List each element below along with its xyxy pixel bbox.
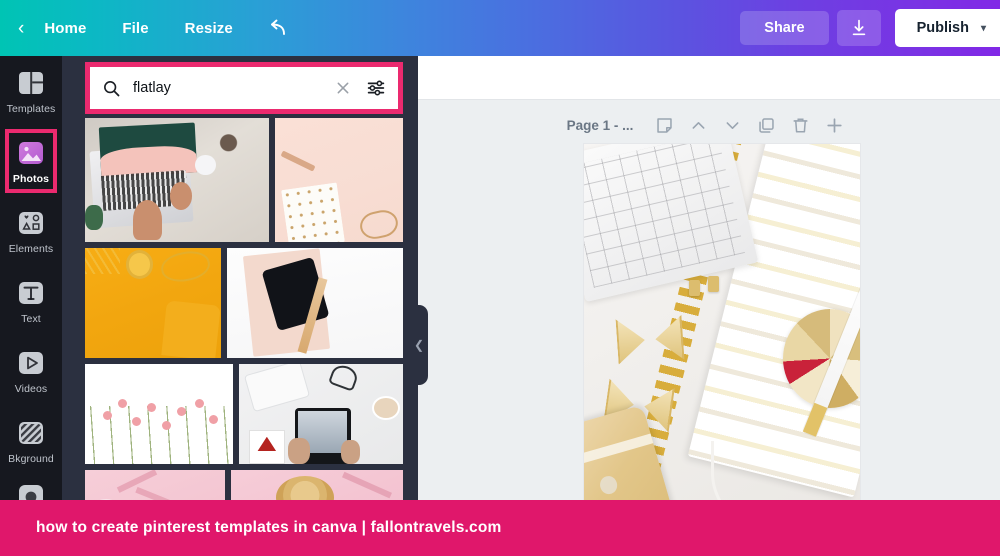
background-icon (19, 421, 43, 444)
chevron-up-icon[interactable] (681, 110, 715, 140)
notes-icon[interactable] (647, 110, 681, 140)
chevron-left-icon[interactable]: ‹ (14, 19, 26, 38)
sidebar-item-photos[interactable]: Photos (0, 126, 62, 196)
templates-icon (19, 71, 43, 94)
sidebar-item-label: Elements (8, 242, 54, 255)
sidebar-item-templates[interactable]: Templates (0, 56, 62, 126)
top-header-bar: ‹ Home File Resize Share Publish ▾ (0, 0, 1000, 56)
photo-thumbnail-pink-flatlay-polkadot-notebook[interactable] (275, 118, 403, 242)
design-toolbar (418, 56, 1000, 100)
sidebar-item-videos[interactable]: Videos (0, 336, 62, 406)
photo-row (85, 470, 403, 500)
photo-thumbnail-yellow-flatlay-glasses-cup[interactable] (85, 248, 221, 358)
search-bar[interactable] (90, 67, 398, 109)
duplicate-page-icon[interactable] (749, 110, 783, 140)
gold-clip (708, 275, 720, 293)
header-item-resize[interactable]: Resize (167, 0, 251, 56)
text-icon (19, 281, 43, 304)
page-label[interactable]: Page 1 - ... (567, 118, 634, 133)
photos-panel (62, 56, 418, 500)
sidebar-item-label: Text (21, 312, 41, 325)
photo-thumbnail-white-flatlay-pink-flowers[interactable] (85, 364, 233, 464)
delete-page-icon[interactable] (783, 110, 817, 140)
sidebar-item-label: Videos (14, 382, 48, 395)
chevron-left-icon: ❮ (413, 338, 425, 352)
search-input[interactable] (129, 80, 326, 96)
videos-icon (19, 351, 43, 374)
photo-results-grid (85, 118, 403, 500)
sidebar-item-label: Bkground (8, 452, 54, 465)
left-sidebar-rail: Templates Photos Elements Text Videos Bk… (0, 56, 62, 507)
sidebar-item-bkground[interactable]: Bkground (0, 406, 62, 476)
canva-editor-screenshot: ‹ Home File Resize Share Publish ▾ Templ… (0, 0, 1000, 556)
header-item-file[interactable]: File (104, 0, 166, 56)
header-item-home[interactable]: Home (26, 0, 104, 56)
search-icon (102, 79, 121, 98)
panel-collapse-handle[interactable]: ❮ (410, 305, 428, 385)
share-button[interactable]: Share (740, 11, 829, 45)
publish-button[interactable]: Publish ▾ (894, 9, 1000, 47)
photo-thumbnail-desk-flatlay-laptop-hands[interactable] (85, 118, 269, 242)
caption-banner: how to create pinterest templates in can… (0, 500, 1000, 556)
header-right-group: Share Publish ▾ (740, 0, 1000, 56)
chevron-down-icon[interactable] (715, 110, 749, 140)
chevron-down-icon[interactable]: ▾ (981, 23, 986, 34)
photo-thumbnail-pink-flatlay-clips[interactable] (85, 470, 225, 500)
photo-thumbnail-white-desk-flatlay-tablet[interactable] (239, 364, 403, 464)
design-canvas[interactable] (584, 144, 860, 556)
gold-clip (688, 279, 700, 297)
photo-thumbnail-pink-flatlay-latte[interactable] (231, 470, 403, 500)
photos-highlight-box (5, 129, 57, 193)
publish-label: Publish (916, 20, 969, 36)
photo-row (85, 248, 403, 358)
workspace-area: Page 1 - ... (418, 56, 1000, 556)
sidebar-item-text[interactable]: Text (0, 266, 62, 336)
add-page-icon[interactable] (817, 110, 851, 140)
sidebar-item-label: Templates (6, 102, 56, 115)
sidebar-item-elements[interactable]: Elements (0, 196, 62, 266)
elements-icon (19, 211, 43, 234)
search-highlight-box (85, 62, 403, 114)
photo-thumbnail-white-flatlay-phone-pencil[interactable] (227, 248, 403, 358)
caption-text: how to create pinterest templates in can… (36, 519, 502, 536)
filter-sliders-icon[interactable] (360, 78, 390, 98)
photo-row (85, 118, 403, 242)
undo-arrow-icon[interactable] (251, 18, 307, 38)
header-left-group: ‹ Home File Resize (0, 0, 307, 56)
download-icon[interactable] (836, 10, 881, 46)
photo-row (85, 364, 403, 464)
close-icon[interactable] (334, 79, 352, 97)
page-toolbar: Page 1 - ... (418, 108, 1000, 142)
